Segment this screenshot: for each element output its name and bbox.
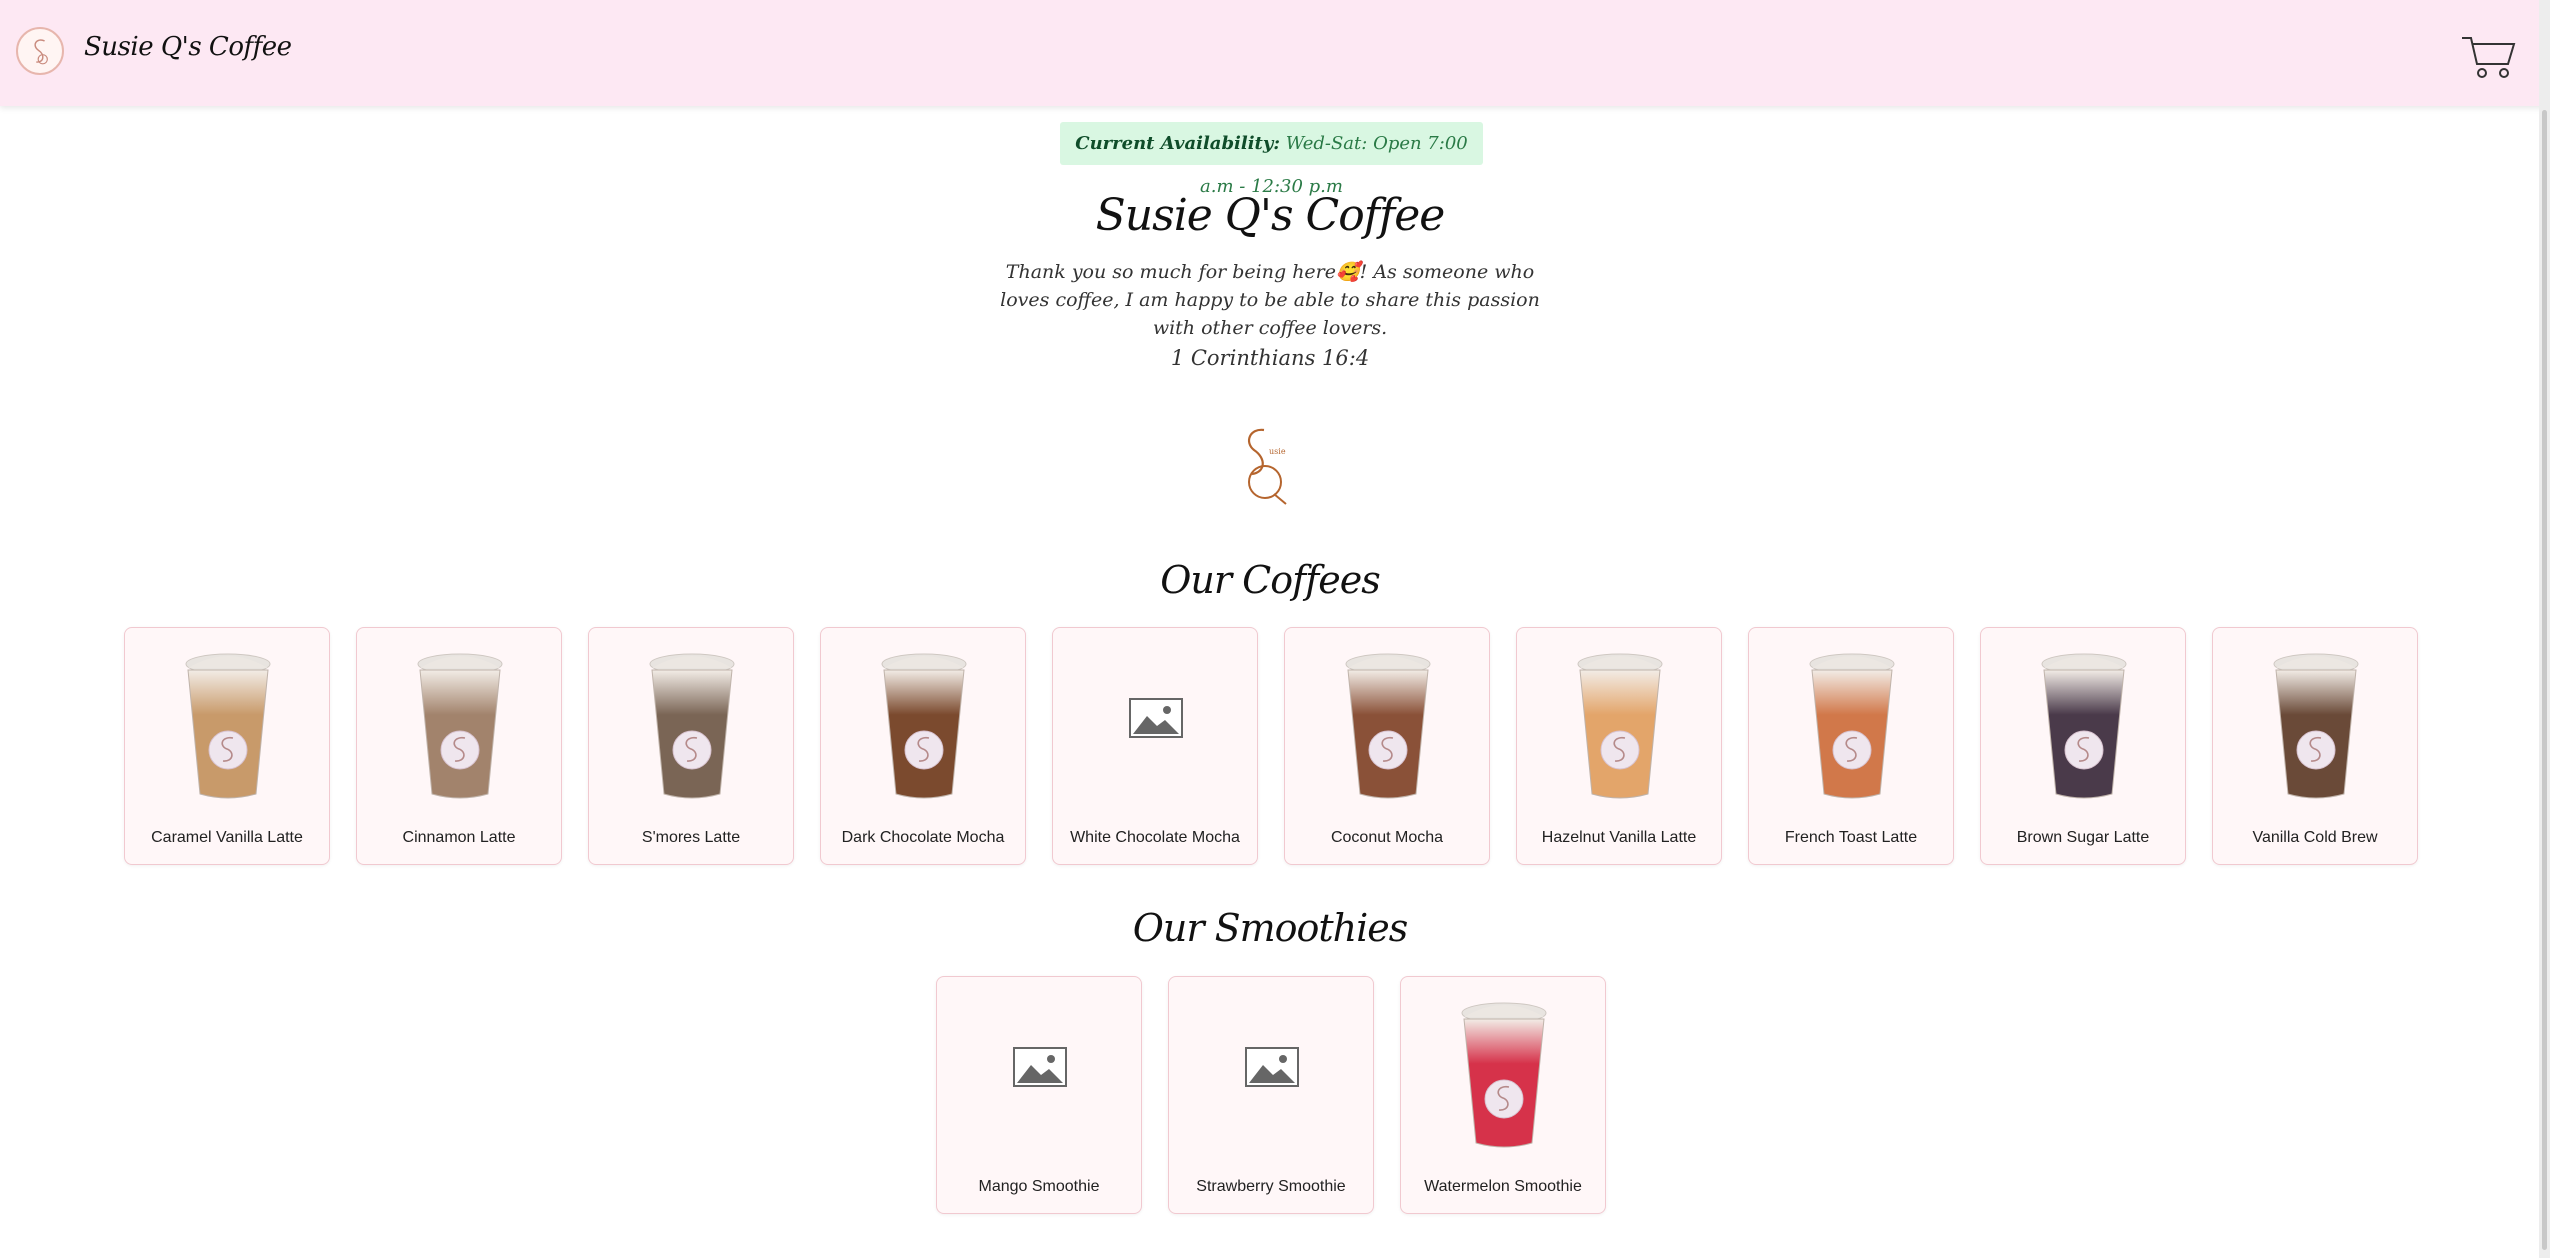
product-card[interactable]: Caramel Vanilla Latte — [124, 627, 330, 865]
image-placeholder-icon — [1245, 1047, 1299, 1087]
brand-name[interactable]: Susie Q's Coffee — [84, 32, 292, 62]
product-photo — [1809, 653, 1895, 799]
product-name: Hazelnut Vanilla Latte — [1541, 829, 1697, 846]
product-card[interactable]: Vanilla Cold Brew — [2212, 627, 2418, 865]
product-card[interactable]: Brown Sugar Latte — [1980, 627, 2186, 865]
bible-verse: 1 Corinthians 16:4 — [1170, 346, 1370, 370]
product-photo — [1345, 653, 1431, 799]
product-name: White Chocolate Mocha — [1070, 829, 1240, 846]
availability-banner: Current Availability: Wed-Sat: Open 7:00… — [1060, 122, 1483, 197]
availability-label: Current Availability: — [1075, 133, 1280, 154]
smoothies-section-title: Our Smoothies — [1132, 906, 1409, 950]
product-card[interactable]: White Chocolate Mocha — [1052, 627, 1258, 865]
product-photo — [881, 653, 967, 799]
scrollbar-thumb[interactable] — [2542, 110, 2547, 1250]
product-photo — [2041, 653, 2127, 799]
product-card[interactable]: Mango Smoothie — [936, 976, 1142, 1214]
product-name: Caramel Vanilla Latte — [151, 829, 303, 846]
top-navbar: Susie Q's Coffee — [0, 0, 2550, 106]
product-name: Strawberry Smoothie — [1196, 1178, 1346, 1195]
product-photo — [185, 653, 271, 799]
product-photo — [2273, 653, 2359, 799]
product-name: Mango Smoothie — [978, 1178, 1100, 1195]
product-photo — [649, 653, 735, 799]
svg-text:usie: usie — [1269, 447, 1286, 456]
product-photo — [417, 653, 503, 799]
product-name: Cinnamon Latte — [402, 829, 516, 846]
product-card[interactable]: French Toast Latte — [1748, 627, 1954, 865]
welcome-message: Thank you so much for being here🥰! As so… — [1000, 261, 1540, 339]
image-placeholder-icon — [1013, 1047, 1067, 1087]
product-name: French Toast Latte — [1784, 829, 1918, 846]
product-photo — [1461, 1002, 1547, 1148]
product-name: Dark Chocolate Mocha — [841, 829, 1005, 846]
page-title: Susie Q's Coffee — [1095, 190, 1446, 241]
product-card[interactable]: S'mores Latte — [588, 627, 794, 865]
susie-q-logo-icon[interactable] — [16, 27, 64, 75]
product-name: Coconut Mocha — [1330, 829, 1444, 846]
product-name: Brown Sugar Latte — [2016, 829, 2150, 846]
image-placeholder-icon — [1129, 698, 1183, 738]
product-name: S'mores Latte — [641, 829, 741, 846]
product-photo — [1577, 653, 1663, 799]
product-card[interactable]: Dark Chocolate Mocha — [820, 627, 1026, 865]
product-card[interactable]: Coconut Mocha — [1284, 627, 1490, 865]
shopping-cart-icon[interactable] — [2460, 32, 2518, 80]
susie-q-logo-icon: usie — [1247, 428, 1287, 505]
product-card[interactable]: Hazelnut Vanilla Latte — [1516, 627, 1722, 865]
product-name: Watermelon Smoothie — [1424, 1178, 1582, 1195]
product-card[interactable]: Watermelon Smoothie — [1400, 976, 1606, 1214]
product-card[interactable]: Strawberry Smoothie — [1168, 976, 1374, 1214]
product-card[interactable]: Cinnamon Latte — [356, 627, 562, 865]
product-name: Vanilla Cold Brew — [2252, 829, 2378, 846]
coffees-section-title: Our Coffees — [1160, 558, 1380, 602]
